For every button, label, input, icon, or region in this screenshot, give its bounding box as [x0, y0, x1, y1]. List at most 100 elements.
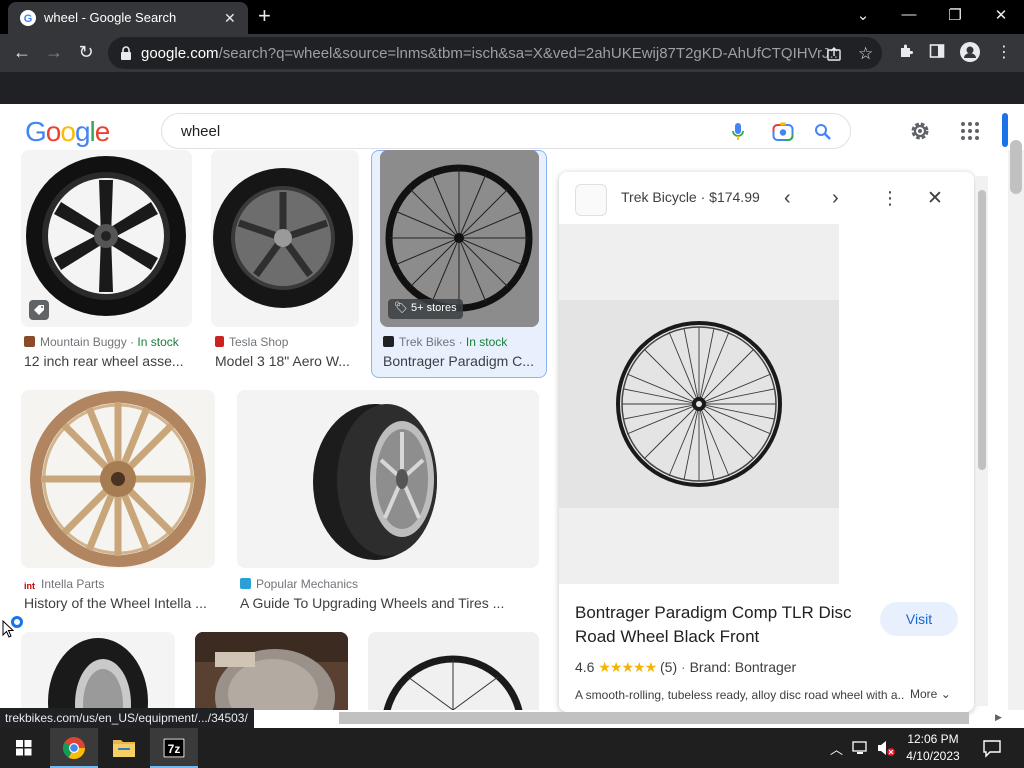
bookmarks-bar [0, 72, 1024, 104]
search-input[interactable]: wheel [161, 113, 851, 149]
file-explorer-folder-icon[interactable] [100, 728, 148, 768]
chevron-down-icon: ⌄ [940, 687, 951, 701]
more-options-icon[interactable]: ⋮ [881, 188, 899, 209]
address-bar[interactable]: google.com/search?q=wheel&source=lnms&tb… [108, 37, 882, 69]
trek-favicon-icon [383, 336, 394, 347]
share-icon[interactable] [826, 46, 842, 62]
clock-date: 4/10/2023 [906, 749, 960, 763]
link-status-url: trekbikes.com/us/en_US/equipment/.../345… [0, 708, 254, 728]
search-query: wheel [181, 123, 221, 140]
tab-search-chevron-down-icon[interactable]: ⌄ [848, 6, 878, 24]
account-accent-bar [1002, 113, 1008, 147]
windows-taskbar: 7z ︿ [0, 728, 1024, 768]
forward-icon[interactable]: → [42, 42, 66, 63]
browser-toolbar: ← → ↻ google.com/search?q=wheel&source=l… [0, 34, 1024, 72]
extensions-puzzle-icon[interactable] [898, 43, 914, 59]
result-source[interactable]: Trek Bikes · In stock [383, 335, 507, 349]
shopping-tag-icon: 🏷 [394, 302, 408, 314]
tab-strip: G wheel - Google Search ✕ + ⌄ — ❐ ✕ [0, 0, 1024, 34]
side-panel-icon[interactable] [929, 43, 945, 59]
mouse-cursor-icon [2, 620, 14, 638]
tab-active[interactable]: G wheel - Google Search ✕ [8, 2, 248, 34]
network-icon[interactable] [852, 740, 870, 756]
show-hidden-icons-chevron-up-icon[interactable]: ︿ [830, 739, 843, 758]
logo-letter: g [74, 116, 91, 147]
reload-icon[interactable]: ↻ [74, 42, 98, 63]
result-image-offroad-tire[interactable] [21, 632, 175, 710]
google-apps-grid-icon[interactable] [960, 121, 980, 141]
result-image-bontrager-wheel[interactable]: 🏷 5+ stores [380, 150, 539, 327]
svg-text:G: G [24, 13, 33, 25]
result-caption[interactable]: Model 3 18" Aero W... [215, 353, 360, 369]
product-description: A smooth-rolling, tubeless ready, alloy … [575, 688, 905, 702]
scroll-right-arrow-icon[interactable]: ▶ [995, 712, 1002, 723]
new-tab-icon[interactable]: + [258, 5, 271, 27]
rating-row[interactable]: 4.6 ★★★★★ (5) · Brand: Bontrager [575, 659, 796, 676]
minimize-icon[interactable]: — [894, 6, 924, 23]
close-window-icon[interactable]: ✕ [986, 6, 1016, 24]
product-title-line: Road Wheel Black Front [575, 627, 760, 646]
popular-mechanics-favicon-icon [240, 578, 251, 589]
result-caption[interactable]: A Guide To Upgrading Wheels and Tires ..… [240, 595, 538, 611]
preview-image[interactable] [559, 224, 839, 584]
google-logo[interactable]: Google [25, 116, 111, 148]
mountain-buggy-favicon-icon [24, 336, 35, 347]
windows-start-icon[interactable] [0, 728, 48, 768]
result-image-wooden-wheel[interactable] [21, 390, 215, 568]
logo-letter: e [94, 116, 111, 147]
chrome-taskbar-icon[interactable] [50, 728, 98, 768]
panel-scrollbar-thumb[interactable] [978, 190, 986, 470]
tesla-favicon-icon [215, 336, 224, 347]
search-magnifier-icon[interactable] [814, 123, 832, 141]
logo-letter: o [60, 116, 76, 147]
lock-icon[interactable] [120, 46, 132, 60]
result-image-car-tire[interactable] [237, 390, 539, 568]
restore-icon[interactable]: ❐ [940, 6, 970, 24]
shopping-tag-icon [29, 300, 49, 320]
merchant-logo [575, 184, 607, 216]
horizontal-scrollbar-thumb[interactable] [339, 712, 969, 724]
stores-badge: 🏷 5+ stores [388, 299, 463, 319]
chrome-menu-icon[interactable]: ⋮ [996, 42, 1012, 62]
brand-label: Brand: Bontrager [689, 659, 797, 675]
result-image-stroller-wheel[interactable] [21, 150, 192, 327]
result-source[interactable]: Mountain Buggy · In stock [24, 335, 179, 349]
panel-merchant-price[interactable]: Trek Bicycle · $174.99 [621, 189, 760, 205]
logo-letter: G [25, 116, 47, 147]
result-caption[interactable]: Bontrager Paradigm C... [383, 353, 538, 369]
profile-avatar-icon[interactable] [960, 42, 980, 62]
close-tab-icon[interactable]: ✕ [224, 10, 236, 27]
next-chevron-right-icon[interactable]: › [832, 187, 839, 210]
result-source[interactable]: int Intella Parts [24, 577, 104, 592]
result-image-road-wheel[interactable] [368, 632, 539, 710]
previous-chevron-left-icon[interactable]: ‹ [784, 187, 791, 210]
settings-gear-icon[interactable] [909, 120, 931, 142]
page-scrollbar-thumb[interactable] [1010, 140, 1022, 194]
result-caption[interactable]: History of the Wheel Intella ... [24, 595, 214, 611]
voice-search-mic-icon[interactable] [731, 122, 745, 142]
7zip-taskbar-icon[interactable]: 7z [150, 728, 198, 768]
result-source[interactable]: Popular Mechanics [240, 577, 358, 591]
tab-title: wheel - Google Search [44, 10, 177, 25]
action-center-notification-icon[interactable] [982, 738, 1002, 758]
intella-favicon-icon: int [24, 581, 36, 592]
url-text: google.com/search?q=wheel&source=lnms&tb… [141, 45, 843, 62]
bookmark-star-icon[interactable]: ☆ [858, 44, 873, 64]
result-source[interactable]: Tesla Shop [215, 335, 288, 349]
result-image-tesla-wheel[interactable] [211, 150, 359, 327]
back-icon[interactable]: ← [10, 42, 34, 63]
product-title[interactable]: Bontrager Paradigm Comp TLR Disc Road Wh… [575, 601, 875, 649]
visit-button[interactable]: Visit [880, 602, 958, 636]
close-panel-icon[interactable]: ✕ [927, 187, 943, 210]
svg-text:7z: 7z [168, 742, 181, 756]
more-toggle[interactable]: More ⌄ [910, 687, 951, 701]
google-lens-camera-icon[interactable] [772, 122, 794, 142]
result-caption[interactable]: 12 inch rear wheel asse... [24, 353, 194, 369]
page-scrollbar[interactable] [1008, 150, 1024, 710]
image-preview-panel: Trek Bicycle · $174.99 ‹ › ⋮ ✕ Bontrager… [559, 172, 974, 712]
logo-letter: o [45, 116, 62, 147]
product-title-line: Bontrager Paradigm Comp TLR Disc [575, 603, 852, 622]
review-count: (5) [660, 659, 678, 675]
result-image-stone-wheel[interactable] [195, 632, 348, 710]
taskbar-clock[interactable]: 12:06 PM 4/10/2023 [893, 731, 973, 765]
